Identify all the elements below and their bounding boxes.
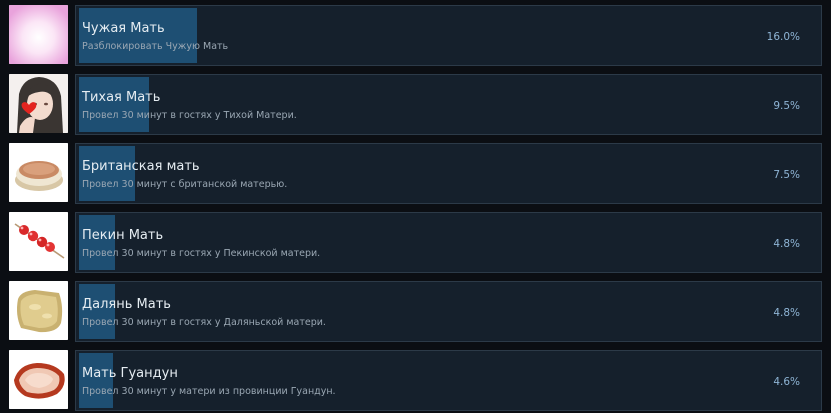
achievement-percent: 4.6% bbox=[773, 376, 800, 388]
achievement-description: Разблокировать Чужую Мать bbox=[82, 41, 229, 52]
achievement-description: Провел 30 минут в гостях у Тихой Матери. bbox=[82, 110, 297, 121]
achievement-row[interactable]: Далянь Мать Провел 30 минут в гостях у Д… bbox=[0, 281, 831, 342]
achievement-description: Провел 30 минут в гостях у Пекинской мат… bbox=[82, 248, 321, 259]
achievement-row[interactable]: Пекин Мать Провел 30 минут в гостях у Пе… bbox=[0, 212, 831, 273]
achievement-panel: Тихая Мать Провел 30 минут в гостях у Ти… bbox=[75, 74, 822, 135]
achievement-panel: Далянь Мать Провел 30 минут в гостях у Д… bbox=[75, 281, 822, 342]
achievement-description: Провел 30 минут в гостях у Даляньской ма… bbox=[82, 317, 326, 328]
achievement-row[interactable]: Мать Гуандун Провел 30 минут у матери из… bbox=[0, 350, 831, 411]
achievement-title: Чужая Мать bbox=[82, 21, 165, 36]
achievement-row[interactable]: Чужая Мать Разблокировать Чужую Мать 16.… bbox=[0, 5, 831, 66]
woman-heart-portrait-icon bbox=[9, 74, 68, 133]
pastry-icon bbox=[9, 281, 68, 340]
candied-haws-skewer-icon bbox=[9, 212, 68, 271]
achievement-panel: Британская мать Провел 30 минут с британ… bbox=[75, 143, 822, 204]
achievement-panel: Чужая Мать Разблокировать Чужую Мать 16.… bbox=[75, 5, 822, 66]
achievement-panel: Пекин Мать Провел 30 минут в гостях у Пе… bbox=[75, 212, 822, 273]
achievement-percent: 4.8% bbox=[773, 307, 800, 319]
achievement-title: Мать Гуандун bbox=[82, 366, 178, 381]
achievement-row[interactable]: Тихая Мать Провел 30 минут в гостях у Ти… bbox=[0, 74, 831, 135]
roast-meat-icon bbox=[9, 350, 68, 409]
achievement-percent: 16.0% bbox=[766, 31, 800, 43]
achievement-title: Пекин Мать bbox=[82, 228, 164, 243]
achievement-list: Чужая Мать Разблокировать Чужую Мать 16.… bbox=[0, 0, 831, 413]
achievement-description: Провел 30 минут с британской матерью. bbox=[82, 179, 288, 190]
achievement-panel: Мать Гуандун Провел 30 минут у матери из… bbox=[75, 350, 822, 411]
pink-glow-icon bbox=[9, 5, 68, 64]
achievement-title: Далянь Мать bbox=[82, 297, 171, 312]
muffin-icon bbox=[9, 143, 68, 202]
achievement-percent: 7.5% bbox=[773, 169, 800, 181]
achievement-percent: 9.5% bbox=[773, 100, 800, 112]
achievement-description: Провел 30 минут у матери из провинции Гу… bbox=[82, 386, 336, 397]
achievement-title: Британская мать bbox=[82, 159, 200, 174]
achievement-row[interactable]: Британская мать Провел 30 минут с британ… bbox=[0, 143, 831, 204]
achievement-percent: 4.8% bbox=[773, 238, 800, 250]
achievement-title: Тихая Мать bbox=[82, 90, 161, 105]
